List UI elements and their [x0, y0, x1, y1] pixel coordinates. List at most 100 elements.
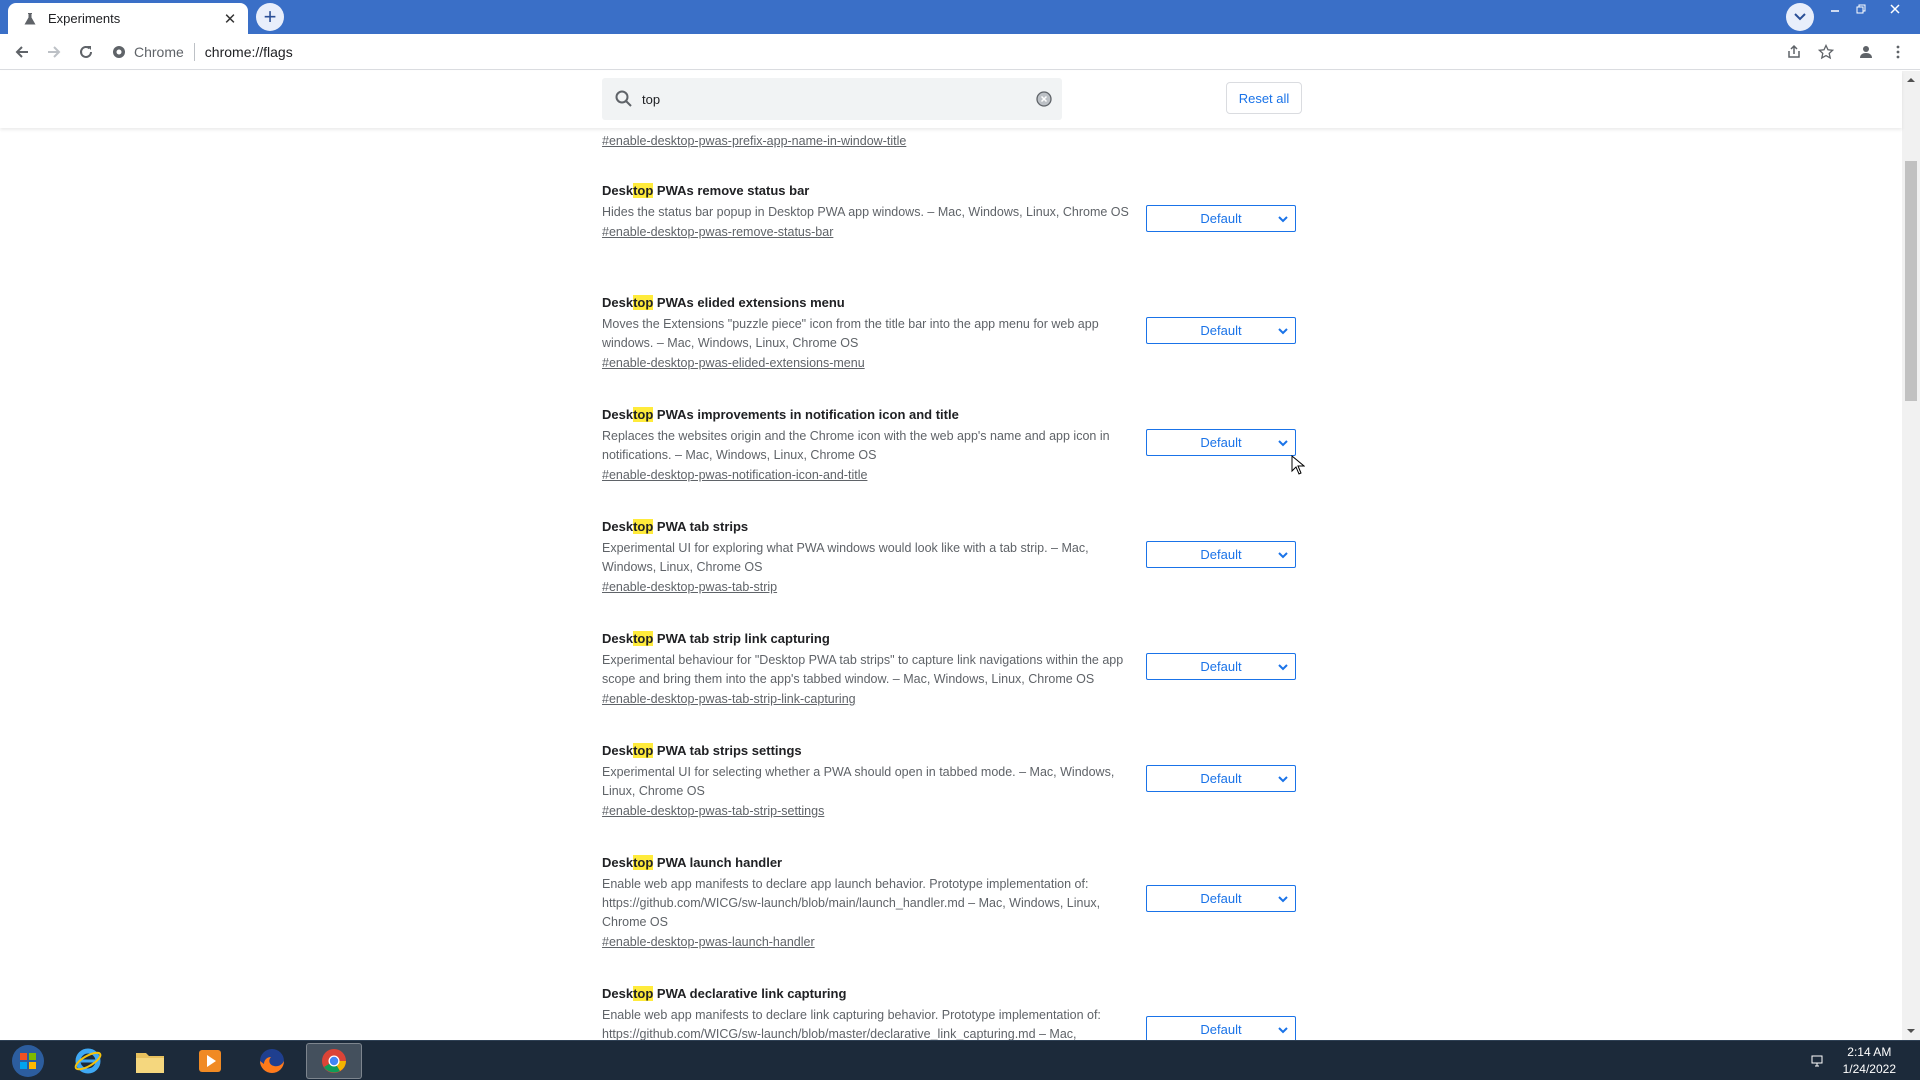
flag-description: Experimental UI for selecting whether a …: [602, 765, 1115, 798]
flag-select[interactable]: Default: [1146, 317, 1296, 344]
forward-button[interactable]: [42, 40, 66, 64]
scroll-down-icon[interactable]: [1906, 1026, 1916, 1036]
tab-strip: Experiments ✕ +: [0, 0, 1920, 34]
clock-time: 2:14 AM: [1847, 1045, 1892, 1059]
search-input[interactable]: top: [642, 92, 1036, 107]
share-icon: [1788, 44, 1800, 58]
flag-select-value: Default: [1200, 211, 1242, 226]
flag-link[interactable]: #enable-desktop-pwas-launch-handler: [602, 935, 815, 949]
clock-date: 1/24/2022: [1842, 1062, 1896, 1076]
flag-select[interactable]: Default: [1146, 765, 1296, 792]
flag-name: Desktop PWA launch handler: [602, 855, 783, 870]
flag-link[interactable]: #enable-desktop-pwas-prefix-app-name-in-…: [602, 134, 906, 148]
restore-button[interactable]: [1848, 0, 1874, 18]
flag-description: Moves the Extensions "puzzle piece" icon…: [602, 317, 1099, 350]
kebab-menu-icon: [1896, 45, 1900, 59]
flag-item: Desktop PWA tab strips Experimental UI f…: [602, 519, 1302, 596]
flag-name: Desktop PWAs elided extensions menu: [602, 295, 845, 310]
flag-select[interactable]: Default: [1146, 541, 1296, 568]
clear-search-icon[interactable]: [1036, 91, 1052, 107]
menu-button[interactable]: [1886, 40, 1910, 64]
taskbar-media-player[interactable]: [182, 1043, 238, 1079]
scroll-up-icon[interactable]: [1906, 75, 1916, 85]
flag-select[interactable]: Default: [1146, 1016, 1296, 1040]
flag-select[interactable]: Default: [1146, 653, 1296, 680]
flag-name: Desktop PWAs improvements in notificatio…: [602, 407, 959, 422]
flag-select[interactable]: Default: [1146, 429, 1296, 456]
flags-search-box[interactable]: top: [602, 78, 1062, 120]
internet-explorer-icon: [74, 1048, 102, 1074]
chevron-down-icon: [1278, 328, 1288, 335]
tab-search-button[interactable]: [1786, 3, 1814, 31]
flag-select-value: Default: [1200, 435, 1242, 450]
flag-link[interactable]: #enable-desktop-pwas-tab-strip-link-capt…: [602, 692, 856, 706]
flag-description: Experimental UI for exploring what PWA w…: [602, 541, 1089, 574]
chevron-down-icon: [1278, 1027, 1288, 1034]
reload-icon: [80, 45, 92, 58]
search-highlight: top: [633, 743, 654, 758]
search-highlight: top: [633, 295, 654, 310]
chevron-down-icon: [1278, 216, 1288, 223]
chevron-down-icon: [1278, 664, 1288, 671]
flag-select-value: Default: [1200, 771, 1242, 786]
tab-experiments[interactable]: Experiments ✕: [8, 3, 248, 34]
flag-name: Desktop PWA tab strip link capturing: [602, 631, 830, 646]
flag-link[interactable]: #enable-desktop-pwas-tab-strip: [602, 580, 777, 594]
new-tab-button[interactable]: +: [256, 3, 284, 31]
folder-icon: [136, 1053, 164, 1073]
start-button[interactable]: [0, 1043, 56, 1079]
flags-header: top Reset all: [0, 71, 1902, 128]
arrow-left-icon: [15, 46, 28, 58]
flag-select-value: Default: [1200, 891, 1242, 906]
flag-description: Enable web app manifests to declare link…: [602, 1008, 1101, 1040]
scrollbar-thumb[interactable]: [1905, 161, 1917, 401]
chrome-logo-icon: [113, 46, 125, 58]
flag-description: Hides the status bar popup in Desktop PW…: [602, 205, 1129, 219]
flag-name: Desktop PWA tab strips settings: [602, 743, 802, 758]
chevron-down-icon: [1794, 13, 1806, 21]
flag-select[interactable]: Default: [1146, 885, 1296, 912]
share-button[interactable]: [1782, 40, 1806, 64]
browser-toolbar: Chrome chrome://flags: [0, 34, 1920, 70]
vertical-scrollbar[interactable]: [1902, 71, 1920, 1040]
url-text[interactable]: chrome://flags: [205, 44, 293, 60]
flag-link[interactable]: #enable-desktop-pwas-notification-icon-a…: [602, 468, 867, 482]
minimize-icon: [1831, 10, 1839, 12]
back-button[interactable]: [10, 40, 34, 64]
taskbar-firefox[interactable]: [244, 1043, 300, 1079]
search-icon: [615, 90, 632, 107]
taskbar-file-explorer[interactable]: [122, 1043, 178, 1079]
chevron-down-icon: [1278, 776, 1288, 783]
search-highlight: top: [633, 986, 654, 1001]
flag-description: Enable web app manifests to declare app …: [602, 877, 1101, 929]
tab-close-icon[interactable]: ✕: [222, 10, 238, 28]
taskbar-clock[interactable]: 2:14 AM 1/24/2022: [1843, 1044, 1896, 1078]
flag-select[interactable]: Default: [1146, 205, 1296, 232]
network-icon[interactable]: [1810, 1053, 1826, 1069]
search-highlight: top: [633, 519, 654, 534]
reset-all-button[interactable]: Reset all: [1226, 82, 1302, 114]
omnibox-chip: Chrome: [134, 44, 184, 60]
omnibox[interactable]: Chrome chrome://flags: [112, 38, 293, 66]
windows-start-icon: [12, 1045, 44, 1077]
star-icon: [1818, 44, 1834, 60]
chrome-icon: [322, 1049, 346, 1073]
flag-name: Desktop PWA tab strips: [602, 519, 749, 534]
tab-title: Experiments: [48, 11, 121, 26]
search-highlight: top: [633, 855, 654, 870]
search-highlight: top: [633, 183, 654, 198]
bookmark-button[interactable]: [1814, 40, 1838, 64]
reload-button[interactable]: [74, 40, 98, 64]
flag-select-value: Default: [1200, 659, 1242, 674]
windows-taskbar: 2:14 AM 1/24/2022: [0, 1040, 1920, 1080]
taskbar-chrome[interactable]: [306, 1043, 362, 1079]
search-highlight: top: [633, 407, 654, 422]
window-close-button[interactable]: [1882, 0, 1908, 18]
flag-link[interactable]: #enable-desktop-pwas-elided-extensions-m…: [602, 356, 865, 370]
taskbar-internet-explorer[interactable]: [60, 1043, 116, 1079]
flag-description: Experimental behaviour for "Desktop PWA …: [602, 653, 1124, 686]
profile-button[interactable]: [1854, 40, 1878, 64]
flag-link[interactable]: #enable-desktop-pwas-remove-status-bar: [602, 225, 833, 239]
minimize-button[interactable]: [1822, 0, 1848, 18]
flag-link[interactable]: #enable-desktop-pwas-tab-strip-settings: [602, 804, 824, 818]
